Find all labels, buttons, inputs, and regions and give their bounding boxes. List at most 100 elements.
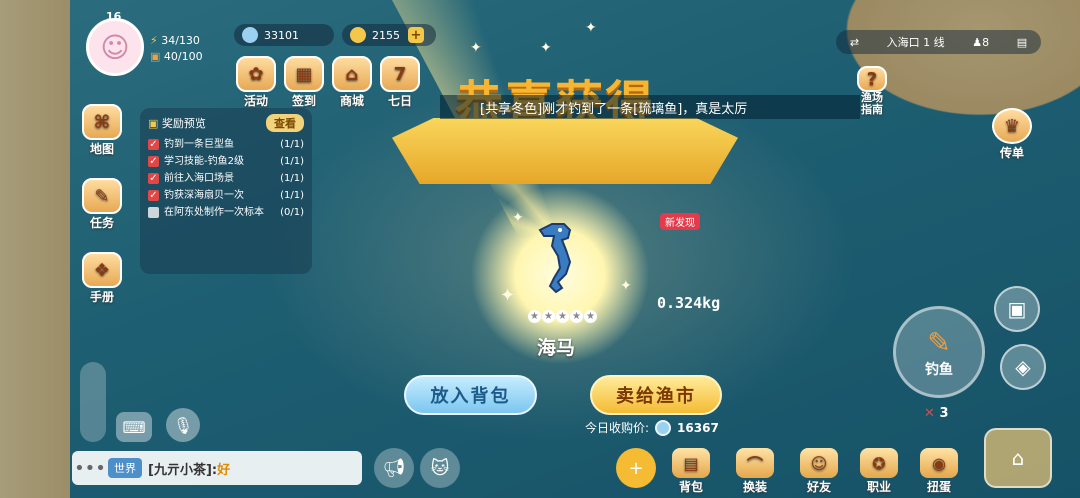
banner-ribbon [392, 118, 738, 184]
dock-bag[interactable]: ▤ 背包 [672, 448, 710, 495]
chat-bar[interactable]: ••• 世界 [九亓小茶]: 好 [72, 451, 362, 485]
top-icon-shop[interactable]: ⌂ 商城 [332, 56, 372, 109]
coin-value: 2155 [372, 28, 400, 42]
catch-name: 海马 [537, 337, 576, 359]
side-toggle-bar[interactable] [80, 362, 106, 442]
storage-button[interactable]: ▣ [994, 286, 1040, 332]
broadcast-button[interactable]: 📢︎ [374, 448, 414, 488]
chat-channel: 世界 [108, 458, 142, 478]
home-button[interactable]: ⌂ [984, 428, 1052, 488]
shell-icon [242, 27, 258, 43]
microphone-icon: 🎙︎ [172, 415, 194, 435]
coin-icon [350, 27, 366, 43]
person-icon: ♟ [972, 35, 983, 49]
sparkle-icon: ✦ [470, 40, 482, 56]
top-icon-signin[interactable]: ▦ 签到 [284, 56, 324, 109]
dock-outfit[interactable]: ⌒ 换装 [736, 448, 774, 495]
house-icon: ⌂ [1011, 446, 1025, 470]
hanger-icon: ⌒ [736, 448, 774, 478]
dock-gacha[interactable]: ◉ 扭蛋 [920, 448, 958, 495]
gacha-icon: ◉ [920, 448, 958, 478]
new-discovery-badge: 新发现 [660, 213, 700, 230]
legend-button[interactable]: ♛ 传单 [992, 108, 1032, 161]
handbook-icon: ❖ [82, 252, 122, 288]
fishing-rod-icon: ✎ [927, 325, 951, 359]
sparkle-icon: ✦ [620, 278, 632, 294]
player-level: 16 [106, 10, 122, 23]
view-button[interactable]: 查看 [266, 114, 304, 132]
bait-icon: ✕ [924, 406, 935, 421]
sparkle-icon: ✦ [540, 40, 552, 56]
chat-user: [九亓小茶]: [148, 462, 218, 478]
shell-currency: 33101 [234, 24, 334, 46]
energy-value: 34/130 [161, 34, 200, 47]
quest-item[interactable]: ✓ 钓到一条巨型鱼 (1/1) [148, 138, 304, 151]
top-icon-activity[interactable]: ✿ 活动 [236, 56, 276, 109]
pet-button[interactable]: 🐱︎ [420, 448, 460, 488]
cat-icon: 🐱︎ [430, 457, 450, 479]
friends-icon: ☺ [800, 448, 838, 478]
coin-currency: 2155 + [342, 24, 436, 46]
rarity-stars: ★ ★ ★ ★ ★ [528, 310, 597, 323]
bolt-icon: ⚡ [150, 34, 158, 47]
dock-friends[interactable]: ☺ 好友 [800, 448, 838, 495]
price-value: 16367 [677, 420, 719, 435]
sparkle-icon: ✦ [585, 20, 597, 36]
voice-button[interactable]: 🎙︎ [166, 408, 200, 442]
map-icon: ⌘ [82, 104, 122, 140]
reward-icon: ▣ [148, 117, 159, 130]
energy-stat: ⚡ 34/130 [150, 34, 200, 47]
star-icon: ★ [570, 310, 583, 323]
avatar[interactable]: ☺ [86, 18, 144, 76]
switch-line-icon: ⇄ [849, 35, 860, 49]
cast-fishing-button[interactable]: ✎ 钓鱼 [893, 306, 985, 398]
sell-button[interactable]: 卖给渔市 [590, 375, 722, 415]
shop-icon: ⌂ [332, 56, 372, 92]
quest-title: ▣ 奖励预览 [148, 117, 206, 130]
box-icon: ▣ [150, 50, 161, 63]
quest-item[interactable]: ✓ 前往入海口场景 (1/1) [148, 172, 304, 185]
tank-button[interactable]: ◈ [1000, 344, 1046, 390]
expand-menu-button[interactable]: + [616, 448, 656, 488]
quest-item[interactable]: ✓ 钓获深海扇贝一次 (1/1) [148, 189, 304, 202]
checkbox-empty-icon [148, 207, 159, 218]
catch-weight: 0.324kg [657, 294, 721, 312]
seahorse-icon [538, 223, 572, 294]
gift-icon: ✿ [236, 56, 276, 92]
guide-icon: ? [857, 66, 887, 92]
star-icon: ★ [556, 310, 569, 323]
left-icon-task[interactable]: ✎ 任务 [82, 178, 122, 231]
checkbox-checked-icon: ✓ [148, 190, 159, 201]
career-icon: ✪ [860, 448, 898, 478]
left-icon-map[interactable]: ⌘ 地图 [82, 104, 122, 157]
left-icon-handbook[interactable]: ❖ 手册 [82, 252, 122, 305]
quest-item[interactable]: ✓ 学习技能-钓鱼2级 (1/1) [148, 155, 304, 168]
shell-icon [655, 419, 672, 436]
megaphone-icon: 📢︎ [382, 457, 406, 479]
add-coins-button[interactable]: + [408, 27, 424, 43]
checkbox-checked-icon: ✓ [148, 173, 159, 184]
chat-message: 好 [217, 462, 231, 478]
bait-count: ✕ 3 [924, 406, 949, 421]
world-announcement: [共享冬色]刚才钓到了一条[琉璃鱼]，真是太厉 [440, 95, 860, 119]
top-icon-seven-day[interactable]: 7 七日 [380, 56, 420, 109]
put-in-bag-button[interactable]: 放入背包 [404, 375, 537, 415]
chat-more-icon[interactable]: ••• [72, 451, 108, 485]
bag-stat: ▣ 40/100 [150, 50, 203, 63]
bag-value: 40/100 [163, 50, 203, 63]
price-label: 今日收购价: [585, 421, 650, 435]
seven-day-icon: 7 [380, 56, 420, 92]
star-icon: ★ [584, 310, 597, 323]
crown-icon: ♛ [992, 108, 1032, 144]
dock-career[interactable]: ✪ 职业 [860, 448, 898, 495]
aquarium-icon: ◈ [1015, 355, 1031, 379]
quest-panel: ▣ 奖励预览 查看 ✓ 钓到一条巨型鱼 (1/1) ✓ 学习技能-钓鱼2级 (1/1) … [140, 108, 312, 274]
fishing-guide-button[interactable]: ? 渔场指南 [852, 66, 892, 116]
quest-item[interactable]: 在阿东处制作一次标本 (0/1) [148, 206, 304, 219]
checkbox-checked-icon: ✓ [148, 156, 159, 167]
keyboard-button[interactable]: ⌨ [116, 412, 152, 442]
shell-value: 33101 [264, 28, 299, 42]
backpack-icon: ▤ [672, 448, 710, 478]
map-icon[interactable]: ▤ [1017, 36, 1027, 49]
location-bar[interactable]: ⇄ 入海口 1 线 ♟8 ▤ [836, 30, 1041, 54]
